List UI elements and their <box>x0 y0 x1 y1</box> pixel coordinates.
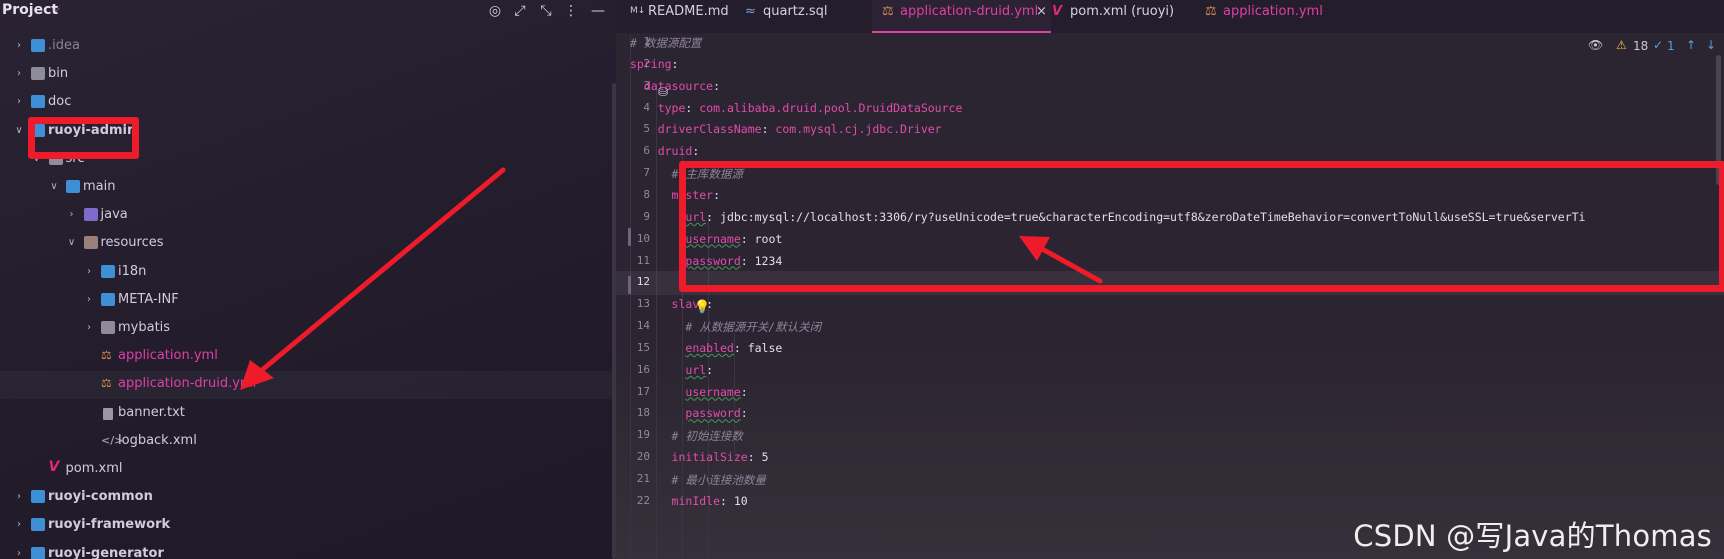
tab-label: README.md <box>648 4 729 19</box>
tab[interactable]: ⚖ application.yml <box>1195 0 1339 33</box>
project-tool-window: Project ⌵ ◎ ⤢ ⤡ ⋮ — › .idea › bin › doc ∨ ruoyi… <box>0 0 616 559</box>
annotation-arrow-file <box>240 167 506 390</box>
markdown-icon: M↓ <box>630 6 646 16</box>
tab[interactable]: ≈ quartz.sql <box>735 0 879 33</box>
tab[interactable]: ⚖ application-druid.yml × <box>872 0 1051 33</box>
editor-tabs: M↓ README.md ≈ quartz.sql ⚖ application-druid… <box>616 0 1724 34</box>
tab-label: quartz.sql <box>763 4 828 19</box>
sql-icon: ≈ <box>745 4 756 19</box>
code-editor[interactable]: 1 # 数据源配置 2 spring: 3 datasource: 4 type: com… <box>616 33 1724 559</box>
yaml-file-icon: ⚖ <box>882 4 894 19</box>
annotation-arrow-url <box>1019 236 1103 284</box>
maven-icon: V <box>1052 4 1063 19</box>
tab-label: application.yml <box>1223 4 1323 19</box>
watermark: CSDN @写Java的Thomas <box>1353 519 1712 553</box>
tab-label: pom.xml (ruoyi) <box>1070 4 1175 19</box>
tab-label: application-druid.yml <box>900 4 1039 19</box>
tab[interactable]: Vpom.xml (ruoyi) <box>1042 0 1206 33</box>
yaml-file-icon: ⚖ <box>1205 4 1217 19</box>
tab[interactable]: M↓ README.md <box>620 0 744 33</box>
